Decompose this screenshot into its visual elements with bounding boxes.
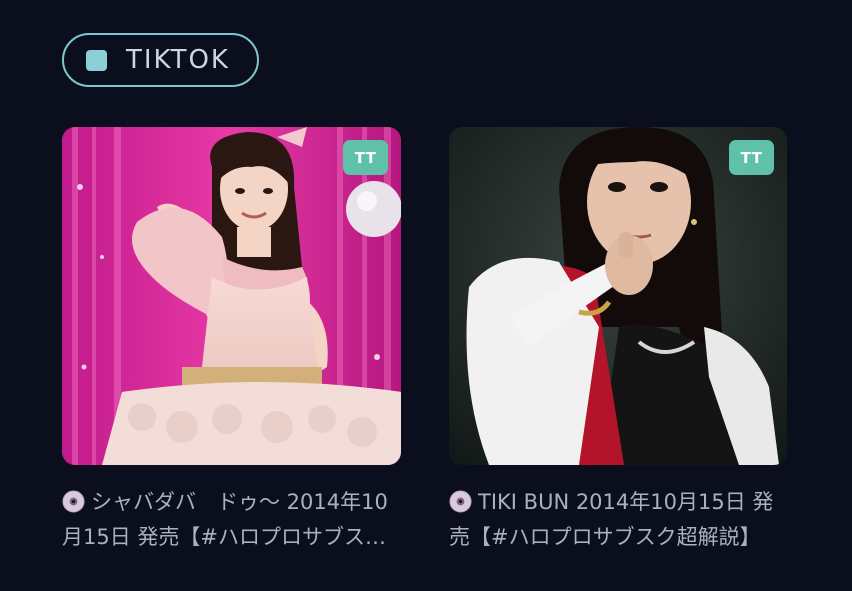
section-header-tiktok: TIKTOK xyxy=(62,33,259,87)
section-title: TIKTOK xyxy=(126,45,230,75)
disc-icon xyxy=(62,490,85,513)
video-thumbnail[interactable]: TT xyxy=(449,127,787,465)
thumbnail-image xyxy=(62,127,401,465)
thumbnail-image xyxy=(449,127,787,465)
tiktok-badge: TT xyxy=(343,140,388,175)
video-card[interactable]: TT シャバダバ ドゥ〜 2014年10月15日 発売【#ハロプロサブスク超解説… xyxy=(62,127,401,555)
video-caption[interactable]: TIKI BUN 2014年10月15日 発売【#ハロプロサブスク超解説】 xyxy=(449,485,787,555)
video-card[interactable]: TT TIKI BUN 2014年10月15日 発売【#ハロプロサブスク超解説】 xyxy=(449,127,787,555)
tiktok-badge: TT xyxy=(729,140,774,175)
video-caption-text: TIKI BUN 2014年10月15日 発売【#ハロプロサブスク超解説】 xyxy=(449,490,774,549)
video-caption-text: シャバダバ ドゥ〜 2014年10月15日 発売【#ハロプロサブスク超解説】 xyxy=(62,490,388,549)
square-icon xyxy=(86,49,107,71)
video-thumbnail[interactable]: TT xyxy=(62,127,401,465)
disc-icon xyxy=(449,490,472,513)
video-caption[interactable]: シャバダバ ドゥ〜 2014年10月15日 発売【#ハロプロサブスク超解説】 xyxy=(62,485,401,555)
